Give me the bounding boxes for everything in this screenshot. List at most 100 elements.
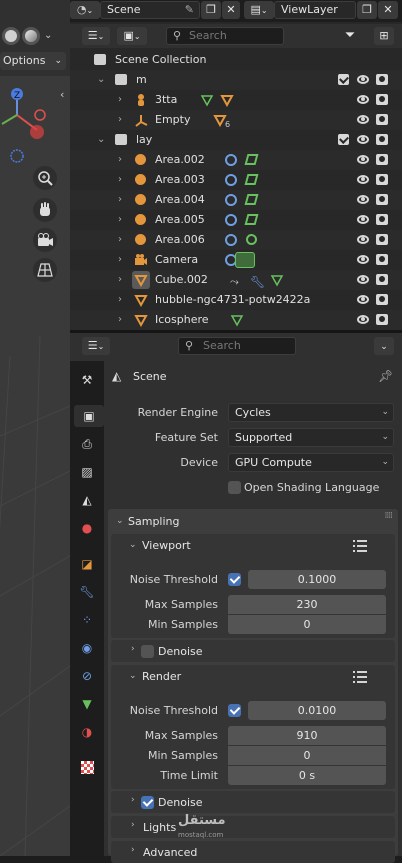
expand-right-icon[interactable]: › (131, 644, 135, 654)
render-camera-icon[interactable] (376, 74, 388, 85)
expand-right-icon[interactable]: › (118, 110, 122, 130)
visibility-eye-icon[interactable] (357, 115, 369, 124)
tab-tool[interactable]: ⚒ (76, 369, 98, 391)
exclude-checkbox[interactable] (338, 74, 349, 85)
drag-handle-icon[interactable]: ⁞⁞⁞⁞ (385, 511, 394, 521)
r-denoise-label[interactable]: Denoise (158, 796, 203, 809)
properties-search-input[interactable]: ⚲ Search (178, 337, 296, 355)
visibility-eye-icon[interactable] (357, 75, 369, 84)
r-noise-threshold-field[interactable]: 0.0100 (248, 701, 386, 720)
render-camera-icon[interactable] (376, 134, 388, 145)
expand-right-icon[interactable]: › (131, 820, 135, 830)
preset-list-icon[interactable] (353, 671, 367, 683)
pin-icon[interactable]: 📌︎ (378, 369, 393, 383)
new-scene-button[interactable]: ❐ (201, 1, 221, 19)
vp-denoise-checkbox[interactable] (141, 645, 154, 658)
render-title[interactable]: Render (142, 670, 181, 683)
sampling-title[interactable]: Sampling (128, 515, 180, 528)
tree-row-lay[interactable]: ⌄ lay (70, 130, 402, 150)
vp-denoise-label[interactable]: Denoise (158, 645, 203, 658)
pan-button[interactable] (33, 198, 57, 222)
tree-row-area-003[interactable]: › Area.003 (70, 170, 402, 190)
tab-scene[interactable]: ◭ (76, 489, 98, 511)
lights-label[interactable]: Lights (143, 821, 176, 834)
visibility-eye-icon[interactable] (357, 255, 369, 264)
tab-constraints[interactable]: ⊘ (76, 665, 98, 687)
osl-checkbox[interactable] (228, 481, 241, 494)
shading-material-button[interactable] (22, 27, 40, 45)
tree-row-m[interactable]: ⌄ m (70, 70, 402, 90)
expand-down-icon[interactable]: ⌄ (116, 516, 124, 526)
visibility-eye-icon[interactable] (357, 295, 369, 304)
expand-right-icon[interactable]: › (118, 230, 122, 250)
shading-dropdown-chevron-icon[interactable]: ⌄ (44, 27, 58, 45)
render-camera-icon[interactable] (376, 194, 388, 205)
tree-row-icosphere[interactable]: › Icosphere (70, 310, 402, 330)
expand-right-icon[interactable]: › (118, 250, 122, 270)
expand-right-icon[interactable]: › (118, 90, 122, 110)
editor-type-button[interactable]: ☰⌄ (82, 27, 110, 45)
viewlayer-name-field[interactable]: ViewLayer (274, 1, 356, 19)
visibility-eye-icon[interactable] (357, 95, 369, 104)
display-mode-button[interactable]: ▣⌄ (117, 27, 147, 45)
options-menu[interactable]: Options ⌄ (0, 52, 66, 70)
render-camera-icon[interactable] (376, 154, 388, 165)
expand-right-icon[interactable]: › (118, 270, 122, 290)
area-divider[interactable] (70, 330, 402, 333)
render-camera-icon[interactable] (376, 314, 388, 325)
visibility-eye-icon[interactable] (357, 275, 369, 284)
delete-scene-button[interactable]: ✕ (222, 1, 240, 19)
outliner-search-input[interactable]: ⚲ Search (166, 27, 284, 45)
expand-right-icon[interactable]: › (118, 170, 122, 190)
r-denoise-checkbox[interactable] (141, 796, 154, 809)
visibility-eye-icon[interactable] (357, 195, 369, 204)
tab-output[interactable]: ⎙ (76, 433, 98, 455)
visibility-eye-icon[interactable] (357, 175, 369, 184)
render-camera-icon[interactable] (376, 234, 388, 245)
render-camera-icon[interactable] (376, 294, 388, 305)
tree-row-empty[interactable]: › Empty 6 (70, 110, 402, 130)
render-camera-icon[interactable] (376, 174, 388, 185)
perspective-toggle-button[interactable] (33, 258, 57, 282)
render-engine-dropdown[interactable]: Cycles ⌄ (228, 403, 394, 422)
tree-row-3tta[interactable]: › 3tta (70, 90, 402, 110)
feature-set-dropdown[interactable]: Supported ⌄ (228, 428, 394, 447)
visibility-eye-icon[interactable] (357, 155, 369, 164)
render-camera-icon[interactable] (376, 254, 388, 265)
visibility-eye-icon[interactable] (357, 235, 369, 244)
tab-render[interactable]: ▣ (74, 405, 104, 427)
expand-down-icon[interactable]: ⌄ (129, 671, 137, 681)
preset-list-icon[interactable] (353, 540, 367, 552)
shading-solid-button[interactable] (2, 27, 20, 45)
filter-button[interactable]: ⏷ (338, 27, 362, 45)
expand-right-icon[interactable]: › (131, 845, 135, 855)
r-time-limit-field[interactable]: 0 s (228, 766, 386, 785)
vp-min-samples-field[interactable]: 0 (228, 615, 386, 634)
new-viewlayer-button[interactable]: ❐ (357, 1, 377, 19)
tab-particles[interactable]: ⁘ (76, 609, 98, 631)
pin-icon[interactable]: ✎ (185, 2, 194, 18)
tree-row-area-005[interactable]: › Area.005 (70, 210, 402, 230)
tree-row-cube-002[interactable]: › Cube.002 ⤳ 🔧︎ (70, 270, 402, 290)
expand-right-icon[interactable]: › (118, 190, 122, 210)
tree-row-hubble[interactable]: › hubble-ngc4731-potw2422a (70, 290, 402, 310)
expand-right-icon[interactable]: › (118, 290, 122, 310)
scene-selector-button[interactable]: ◔⌄ (70, 1, 100, 19)
editor-type-button[interactable]: ☰⌄ (82, 337, 110, 355)
advanced-label[interactable]: Advanced (143, 846, 197, 859)
render-camera-icon[interactable] (376, 114, 388, 125)
r-max-samples-field[interactable]: 910 (228, 726, 386, 745)
expand-down-icon[interactable]: ⌄ (97, 130, 105, 150)
tab-physics[interactable]: ◉ (76, 637, 98, 659)
tab-data[interactable]: ▼ (76, 693, 98, 715)
tree-row-area-006[interactable]: › Area.006 (70, 230, 402, 250)
tree-row-area-004[interactable]: › Area.004 (70, 190, 402, 210)
vp-noise-threshold-field[interactable]: 0.1000 (248, 570, 386, 589)
visibility-eye-icon[interactable] (357, 135, 369, 144)
tree-row-camera[interactable]: › Camera (70, 250, 402, 270)
tab-texture[interactable] (76, 757, 98, 779)
tab-view-layer[interactable]: ▨ (76, 461, 98, 483)
delete-viewlayer-button[interactable]: ✕ (378, 1, 398, 19)
visibility-eye-icon[interactable] (357, 315, 369, 324)
r-noise-threshold-checkbox[interactable] (228, 704, 241, 717)
